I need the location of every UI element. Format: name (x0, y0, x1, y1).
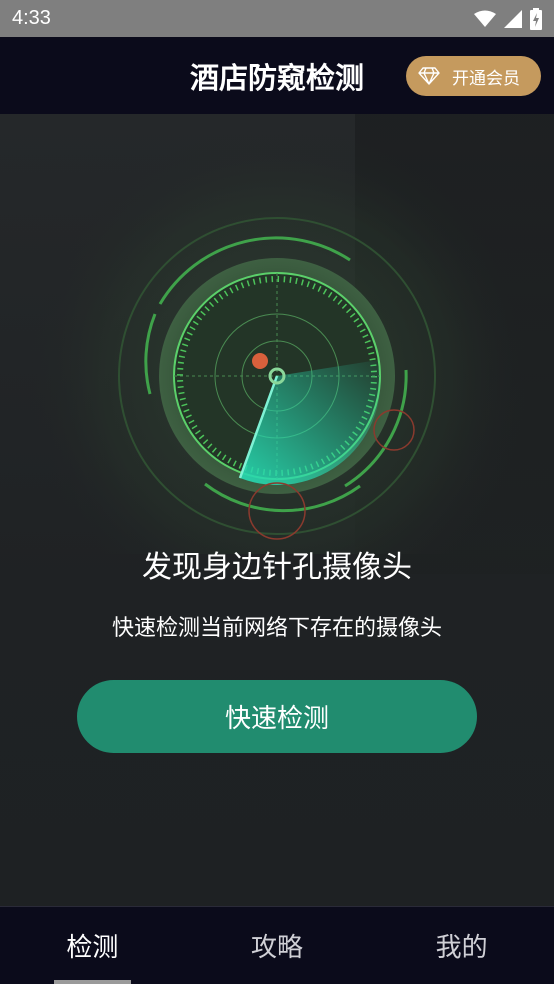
main-content: 发现身边针孔摄像头 快速检测当前网络下存在的摄像头 快速检测 (0, 114, 554, 906)
status-bar: 4:33 (0, 0, 554, 37)
status-icons (474, 7, 542, 30)
nav-tab-guide[interactable]: 攻略 (185, 907, 370, 984)
vip-membership-button[interactable]: 开通会员 (406, 56, 541, 96)
battery-charging-icon (530, 7, 542, 30)
nav-tab-detect-label: 检测 (66, 933, 119, 963)
wifi-icon (474, 10, 496, 27)
nav-tab-mine[interactable]: 我的 (369, 907, 554, 984)
nav-tab-mine-label: 我的 (435, 933, 488, 963)
nav-tab-guide-label: 攻略 (251, 933, 304, 963)
radar-graphic (27, 126, 527, 554)
quick-scan-button[interactable]: 快速检测 (77, 680, 477, 753)
subheadline: 快速检测当前网络下存在的摄像头 (111, 616, 442, 641)
status-time: 4:33 (12, 7, 51, 29)
headline: 发现身边针孔摄像头 (142, 550, 412, 585)
nav-active-indicator (54, 980, 131, 984)
app-header: 酒店防窥检测 开通会员 (0, 37, 554, 114)
signal-icon (504, 9, 522, 28)
radar-target-dot (252, 353, 268, 369)
nav-tab-detect[interactable]: 检测 (0, 907, 185, 984)
bottom-nav: 检测 攻略 我的 (0, 906, 554, 984)
vip-button-label: 开通会员 (452, 68, 520, 89)
diamond-icon (418, 67, 440, 85)
